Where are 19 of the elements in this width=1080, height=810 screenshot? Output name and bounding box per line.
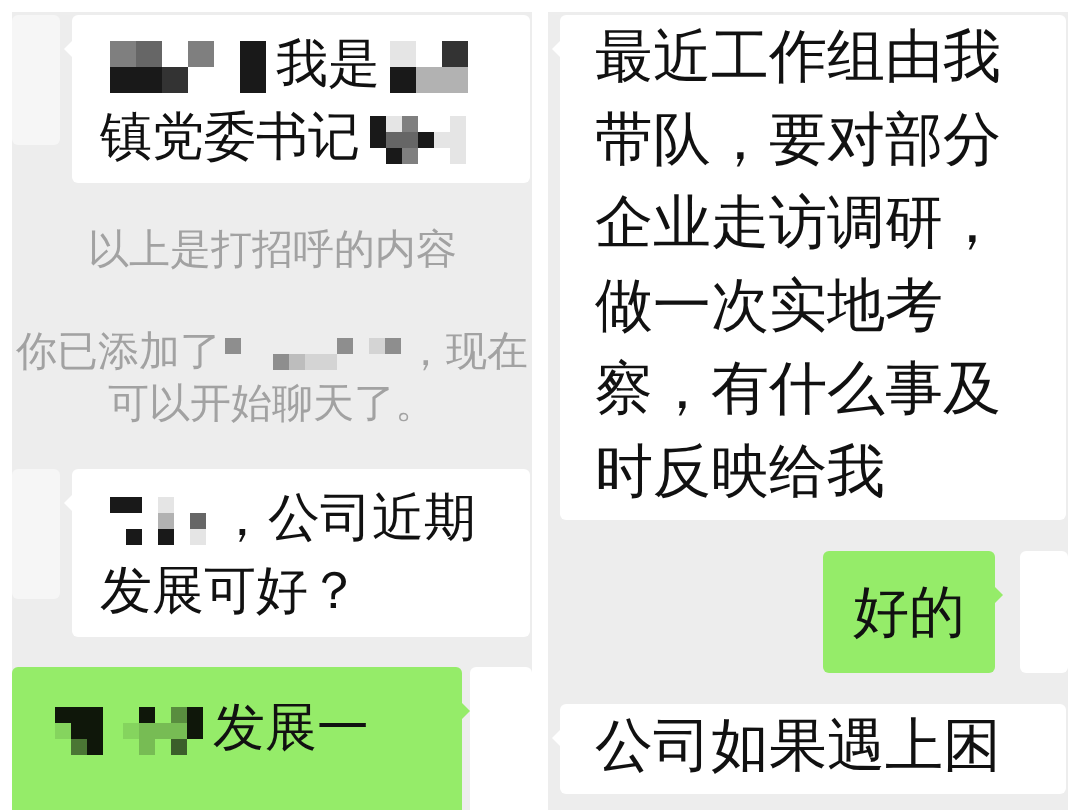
message-text: 我是 <box>276 33 380 93</box>
mosaic-icon <box>110 497 206 545</box>
mosaic-icon <box>390 41 468 93</box>
message-text: 最近工作组由我带队，要对部分企业走访调研，做一次实地考察，有什么事及时反映给我 <box>595 22 1001 505</box>
message-text: 镇党委书记 <box>100 106 360 166</box>
mosaic-icon <box>55 707 103 755</box>
message-text: ，公司近期 <box>216 487 476 547</box>
message-text: 发展一 <box>213 697 369 757</box>
system-notice: 你已添加了 <box>16 327 221 375</box>
system-notice: ，现在 <box>405 327 528 375</box>
message-text: 公司如果遇上困 <box>595 711 1001 779</box>
message-text: 好的 <box>853 579 965 644</box>
mosaic-icon <box>225 338 401 370</box>
mosaic-icon <box>110 41 266 93</box>
system-notice: 可以开始聊天了。 <box>108 379 436 427</box>
mosaic-icon <box>123 707 203 755</box>
message-text: 发展可好？ <box>100 560 360 620</box>
mosaic-icon <box>370 116 466 164</box>
system-notice: 以上是打招呼的内容 <box>87 225 457 273</box>
